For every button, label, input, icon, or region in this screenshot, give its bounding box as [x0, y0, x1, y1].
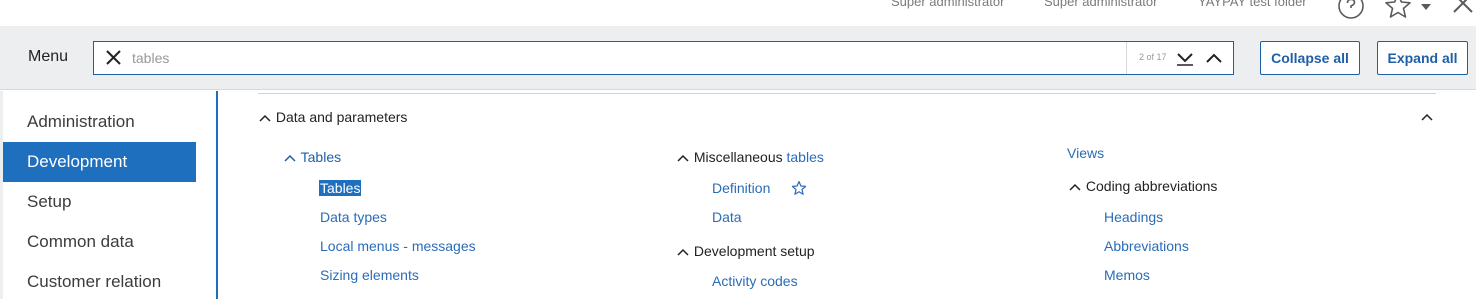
module-sidebar: Administration Development Setup Common …: [0, 91, 200, 299]
menu-title: Menu: [28, 48, 69, 65]
next-match-chevron-down-icon[interactable]: [1175, 49, 1195, 67]
sidebar-item-customer-relation[interactable]: Customer relation: [0, 262, 196, 299]
link-views[interactable]: Views: [1067, 145, 1104, 161]
sidebar-item-setup[interactable]: Setup: [0, 182, 196, 222]
search-match-highlight: tables: [786, 149, 824, 165]
user-name[interactable]: Super administrator: [891, 0, 1004, 9]
top-bar: Super administrator Super administrator …: [0, 0, 1476, 26]
caret-down-icon[interactable]: [1420, 0, 1432, 18]
sidebar-item-common-data[interactable]: Common data: [0, 222, 196, 262]
link-data[interactable]: Data: [712, 209, 742, 225]
chevron-up-icon: [677, 249, 689, 256]
section-data-and-parameters[interactable]: Data and parameters: [258, 109, 407, 125]
link-data-types[interactable]: Data types: [320, 209, 387, 225]
close-icon[interactable]: [1450, 0, 1476, 23]
group-development-setup-label: Development setup: [693, 243, 815, 259]
section-title: Data and parameters: [275, 109, 408, 125]
section-collapse-chevron-up-icon[interactable]: [1420, 109, 1434, 127]
divider: [258, 93, 1436, 94]
group-coding-abbreviations[interactable]: Coding abbreviations: [1068, 178, 1217, 194]
link-headings[interactable]: Headings: [1104, 209, 1163, 225]
chevron-up-icon: [1069, 184, 1081, 191]
link-sizing-elements[interactable]: Sizing elements: [320, 267, 419, 283]
link-activity-codes[interactable]: Activity codes: [712, 273, 798, 289]
search-match-count: 2 of 17: [1139, 52, 1167, 62]
link-memos[interactable]: Memos: [1104, 267, 1150, 283]
sidebar-item-administration[interactable]: Administration: [0, 102, 196, 142]
sidebar-item-development[interactable]: Development: [0, 142, 196, 182]
previous-match-chevron-up-icon[interactable]: [1204, 49, 1224, 67]
help-circle-icon[interactable]: [1337, 0, 1365, 25]
group-coding-abbreviations-label: Coding abbreviations: [1085, 178, 1218, 194]
link-abbreviations[interactable]: Abbreviations: [1104, 238, 1189, 254]
sidebar-edge: [0, 91, 3, 299]
group-miscellaneous-tables[interactable]: Miscellaneous tables: [676, 149, 824, 165]
link-local-menus-messages[interactable]: Local menus - messages: [320, 238, 476, 254]
star-outline-icon[interactable]: [1384, 0, 1412, 25]
user-role[interactable]: Super administrator: [1044, 0, 1157, 9]
group-development-setup[interactable]: Development setup: [676, 243, 815, 259]
expand-all-button[interactable]: Expand all: [1377, 41, 1468, 75]
menu-search-input[interactable]: [132, 43, 1112, 73]
favorite-star-icon[interactable]: [791, 180, 807, 201]
clear-search-icon[interactable]: [104, 47, 124, 69]
menu-search-bar: Menu 2 of 17 Collapse all Expand all: [0, 26, 1476, 90]
group-tables-label: Tables: [300, 149, 342, 165]
folder-name[interactable]: YAYPAY test folder: [1198, 0, 1307, 9]
chevron-up-icon: [284, 155, 296, 162]
link-tables[interactable]: Tables: [319, 180, 362, 196]
menu-content-panel: Data and parameters Tables Tables Data t…: [216, 91, 1476, 299]
chevron-up-icon: [259, 115, 271, 122]
collapse-all-button[interactable]: Collapse all: [1260, 41, 1360, 75]
menu-search-box: 2 of 17: [93, 41, 1234, 75]
chevron-up-icon: [677, 155, 689, 162]
search-navigation: 2 of 17: [1126, 42, 1233, 74]
link-definition[interactable]: Definition: [712, 180, 770, 196]
group-tables[interactable]: Tables: [283, 149, 341, 165]
group-misc-label: Miscellaneous: [693, 149, 787, 165]
